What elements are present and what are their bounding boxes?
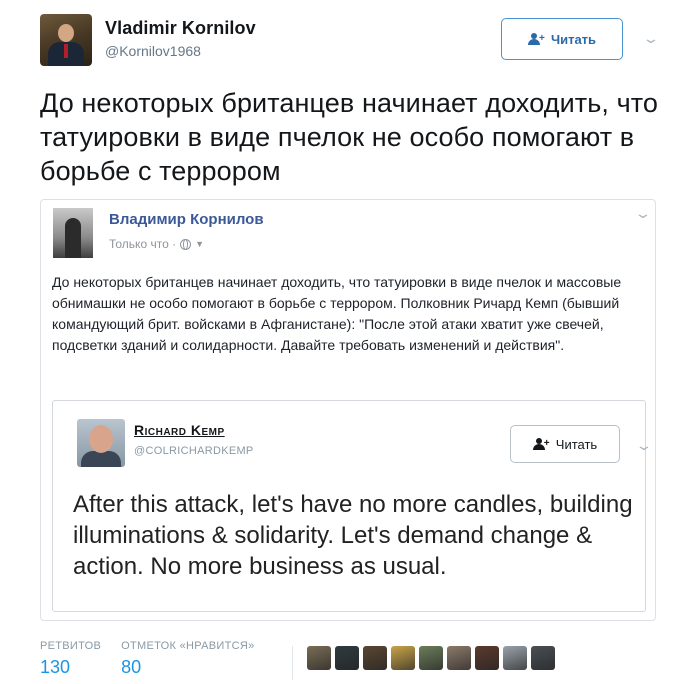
caret-down-icon[interactable]: ▼ [195, 239, 204, 249]
likes-count: 80 [121, 657, 142, 677]
likes-stat[interactable]: ОТМЕТОК «НРАВИТСЯ» 80 [121, 640, 254, 678]
follow-button[interactable]: + Читать [501, 18, 623, 60]
fb-post-meta: Только что · ▼ [109, 237, 204, 251]
fb-author-name[interactable]: Владимир Корнилов [109, 211, 264, 228]
liker-avatar[interactable] [363, 646, 387, 670]
chevron-down-icon[interactable]: ⌄ [635, 437, 653, 454]
stats-divider [292, 646, 293, 680]
liker-avatar[interactable] [335, 646, 359, 670]
author-avatar[interactable] [40, 14, 92, 66]
quoted-tweet: Richard Kemp @COLRICHARDKEMP + Читать ⌄ … [52, 400, 653, 612]
tweet-text: До некоторых британцев начинает доходить… [40, 88, 659, 186]
quoted-author-handle[interactable]: @COLRICHARDKEMP [134, 445, 254, 457]
chevron-down-icon[interactable]: ⌄ [642, 30, 660, 47]
globe-icon [180, 238, 192, 250]
tweet-stats: РЕТВИТОВ 130 ОТМЕТОК «НРАВИТСЯ» 80 [40, 640, 255, 678]
liker-avatar[interactable] [447, 646, 471, 670]
retweets-stat[interactable]: РЕТВИТОВ 130 [40, 640, 101, 678]
author-handle[interactable]: @Kornilov1968 [105, 43, 201, 59]
author-name[interactable]: Vladimir Kornilov [105, 18, 256, 39]
liker-avatar[interactable] [475, 646, 499, 670]
fb-author-avatar[interactable] [53, 208, 93, 258]
quoted-follow-button-label: Читать [555, 436, 598, 452]
retweets-count: 130 [40, 657, 71, 677]
likes-label: ОТМЕТОК «НРАВИТСЯ» [121, 640, 255, 652]
fb-post-text: До некоторых британцев начинает доходить… [52, 274, 622, 353]
quoted-author-name[interactable]: Richard Kemp [134, 422, 225, 438]
tweet-header: Vladimir Kornilov @Kornilov1968 + Читать… [40, 14, 660, 68]
liker-avatars [307, 646, 555, 670]
embedded-facebook-post: Владимир Корнилов Только что · ▼ ⌄ До не… [40, 199, 656, 621]
user-plus-icon: + [527, 33, 545, 45]
liker-avatar[interactable] [307, 646, 331, 670]
follow-button-label: Читать [550, 31, 597, 47]
quoted-follow-button[interactable]: + Читать [510, 425, 620, 463]
fb-post-time[interactable]: Только что · [109, 237, 176, 251]
quoted-author-avatar[interactable] [77, 419, 125, 467]
liker-avatar[interactable] [391, 646, 415, 670]
chevron-down-icon[interactable]: ⌄ [634, 205, 652, 222]
user-plus-icon: + [532, 438, 550, 450]
liker-avatar[interactable] [531, 646, 555, 670]
liker-avatar[interactable] [503, 646, 527, 670]
liker-avatar[interactable] [419, 646, 443, 670]
quoted-tweet-text: After this attack, let's have no more ca… [73, 491, 633, 580]
retweets-label: РЕТВИТОВ [40, 640, 102, 652]
